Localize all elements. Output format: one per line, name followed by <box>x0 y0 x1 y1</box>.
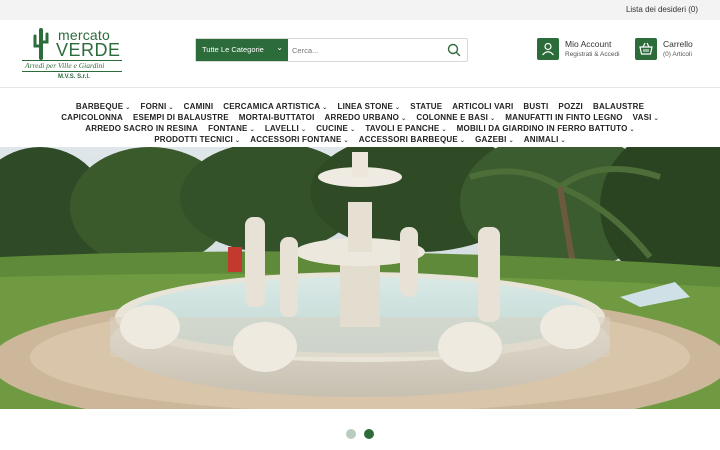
menu-item-label: PRODOTTI TECNICI <box>154 135 233 144</box>
site-header: mercato VERDE Arredi per Ville e Giardin… <box>0 20 720 88</box>
cactus-icon <box>33 28 49 60</box>
cart-subtitle: (0) Articoli <box>663 51 692 58</box>
chevron-down-icon: ⌄ <box>459 138 466 144</box>
logo-text-verde: VERDE <box>56 40 121 60</box>
menu-item-accessori-fontane[interactable]: ACCESSORI FONTANE ⌄ <box>250 135 349 144</box>
hero-fountain-image <box>0 147 720 409</box>
chevron-down-icon: ⌄ <box>560 138 566 144</box>
logo-tagline: Arredi per Ville e Giardini <box>25 61 105 70</box>
menu-item-accessori-barbeque[interactable]: ACCESSORI BARBEQUE ⌄ <box>359 135 465 144</box>
wishlist-link[interactable]: Lista dei desideri (0) <box>626 5 698 14</box>
category-select-label: Tutte Le Categorie <box>202 45 264 54</box>
slider-dots <box>0 426 720 439</box>
account-subtitle: Registrati & Accedi <box>565 51 620 58</box>
chevron-down-icon: ⌄ <box>276 43 283 52</box>
search-icon[interactable] <box>445 42 463 58</box>
category-select[interactable]: Tutte Le Categorie ⌄ <box>196 39 288 61</box>
logo-company: M.V.S. S.r.l. <box>58 74 90 80</box>
user-icon <box>537 38 559 60</box>
menu-item-gazebi[interactable]: GAZEBI ⌄ <box>475 135 514 144</box>
cart-title: Carrello <box>663 39 693 49</box>
search-input[interactable] <box>292 41 432 59</box>
chevron-down-icon: ⌄ <box>508 138 514 144</box>
site-logo[interactable]: mercato VERDE Arredi per Ville e Giardin… <box>22 26 126 82</box>
main-menu-row-2: CAPICOLONNA ESEMPI DI BALAUSTRE MORTAI-BUT… <box>0 107 720 122</box>
main-menu-row-4: PRODOTTI TECNICI ⌄ ACCESSORI FONTANE ⌄ ACCES… <box>0 129 720 144</box>
menu-item-prodotti-tecnici[interactable]: PRODOTTI TECNICI ⌄ <box>154 135 240 144</box>
account-link[interactable]: Mio Account Registrati & Accedi <box>537 38 637 62</box>
menu-item-label: ACCESSORI FONTANE <box>250 135 342 144</box>
menu-item-animali[interactable]: ANIMALI ⌄ <box>524 135 566 144</box>
main-menu: BARBEQUE ⌄ FORNI ⌄ CAMINI CERCAMICA ARTISTICA… <box>0 96 720 144</box>
main-menu-row-3: ARREDO SACRO IN RESINA FONTANE ⌄ LAVELLI ⌄ CU… <box>0 118 720 133</box>
account-title: Mio Account <box>565 39 612 49</box>
cart-link[interactable]: Carrello (0) Articoli <box>635 38 715 62</box>
menu-item-label: ACCESSORI BARBEQUE <box>358 135 458 144</box>
hero-slider[interactable] <box>0 147 720 409</box>
chevron-down-icon: ⌄ <box>343 138 349 144</box>
top-bar: Lista dei desideri (0) <box>0 0 720 20</box>
search-bar: Tutte Le Categorie ⌄ <box>195 38 468 62</box>
menu-item-label: ANIMALI <box>523 135 559 144</box>
slider-dot-2[interactable] <box>364 429 375 439</box>
basket-icon <box>635 38 657 60</box>
slider-dot-1[interactable] <box>345 429 356 439</box>
main-menu-row-1: BARBEQUE ⌄ FORNI ⌄ CAMINI CERCAMICA ARTISTICA… <box>0 96 720 111</box>
chevron-down-icon: ⌄ <box>234 138 241 144</box>
menu-item-label: GAZEBI <box>475 135 507 144</box>
